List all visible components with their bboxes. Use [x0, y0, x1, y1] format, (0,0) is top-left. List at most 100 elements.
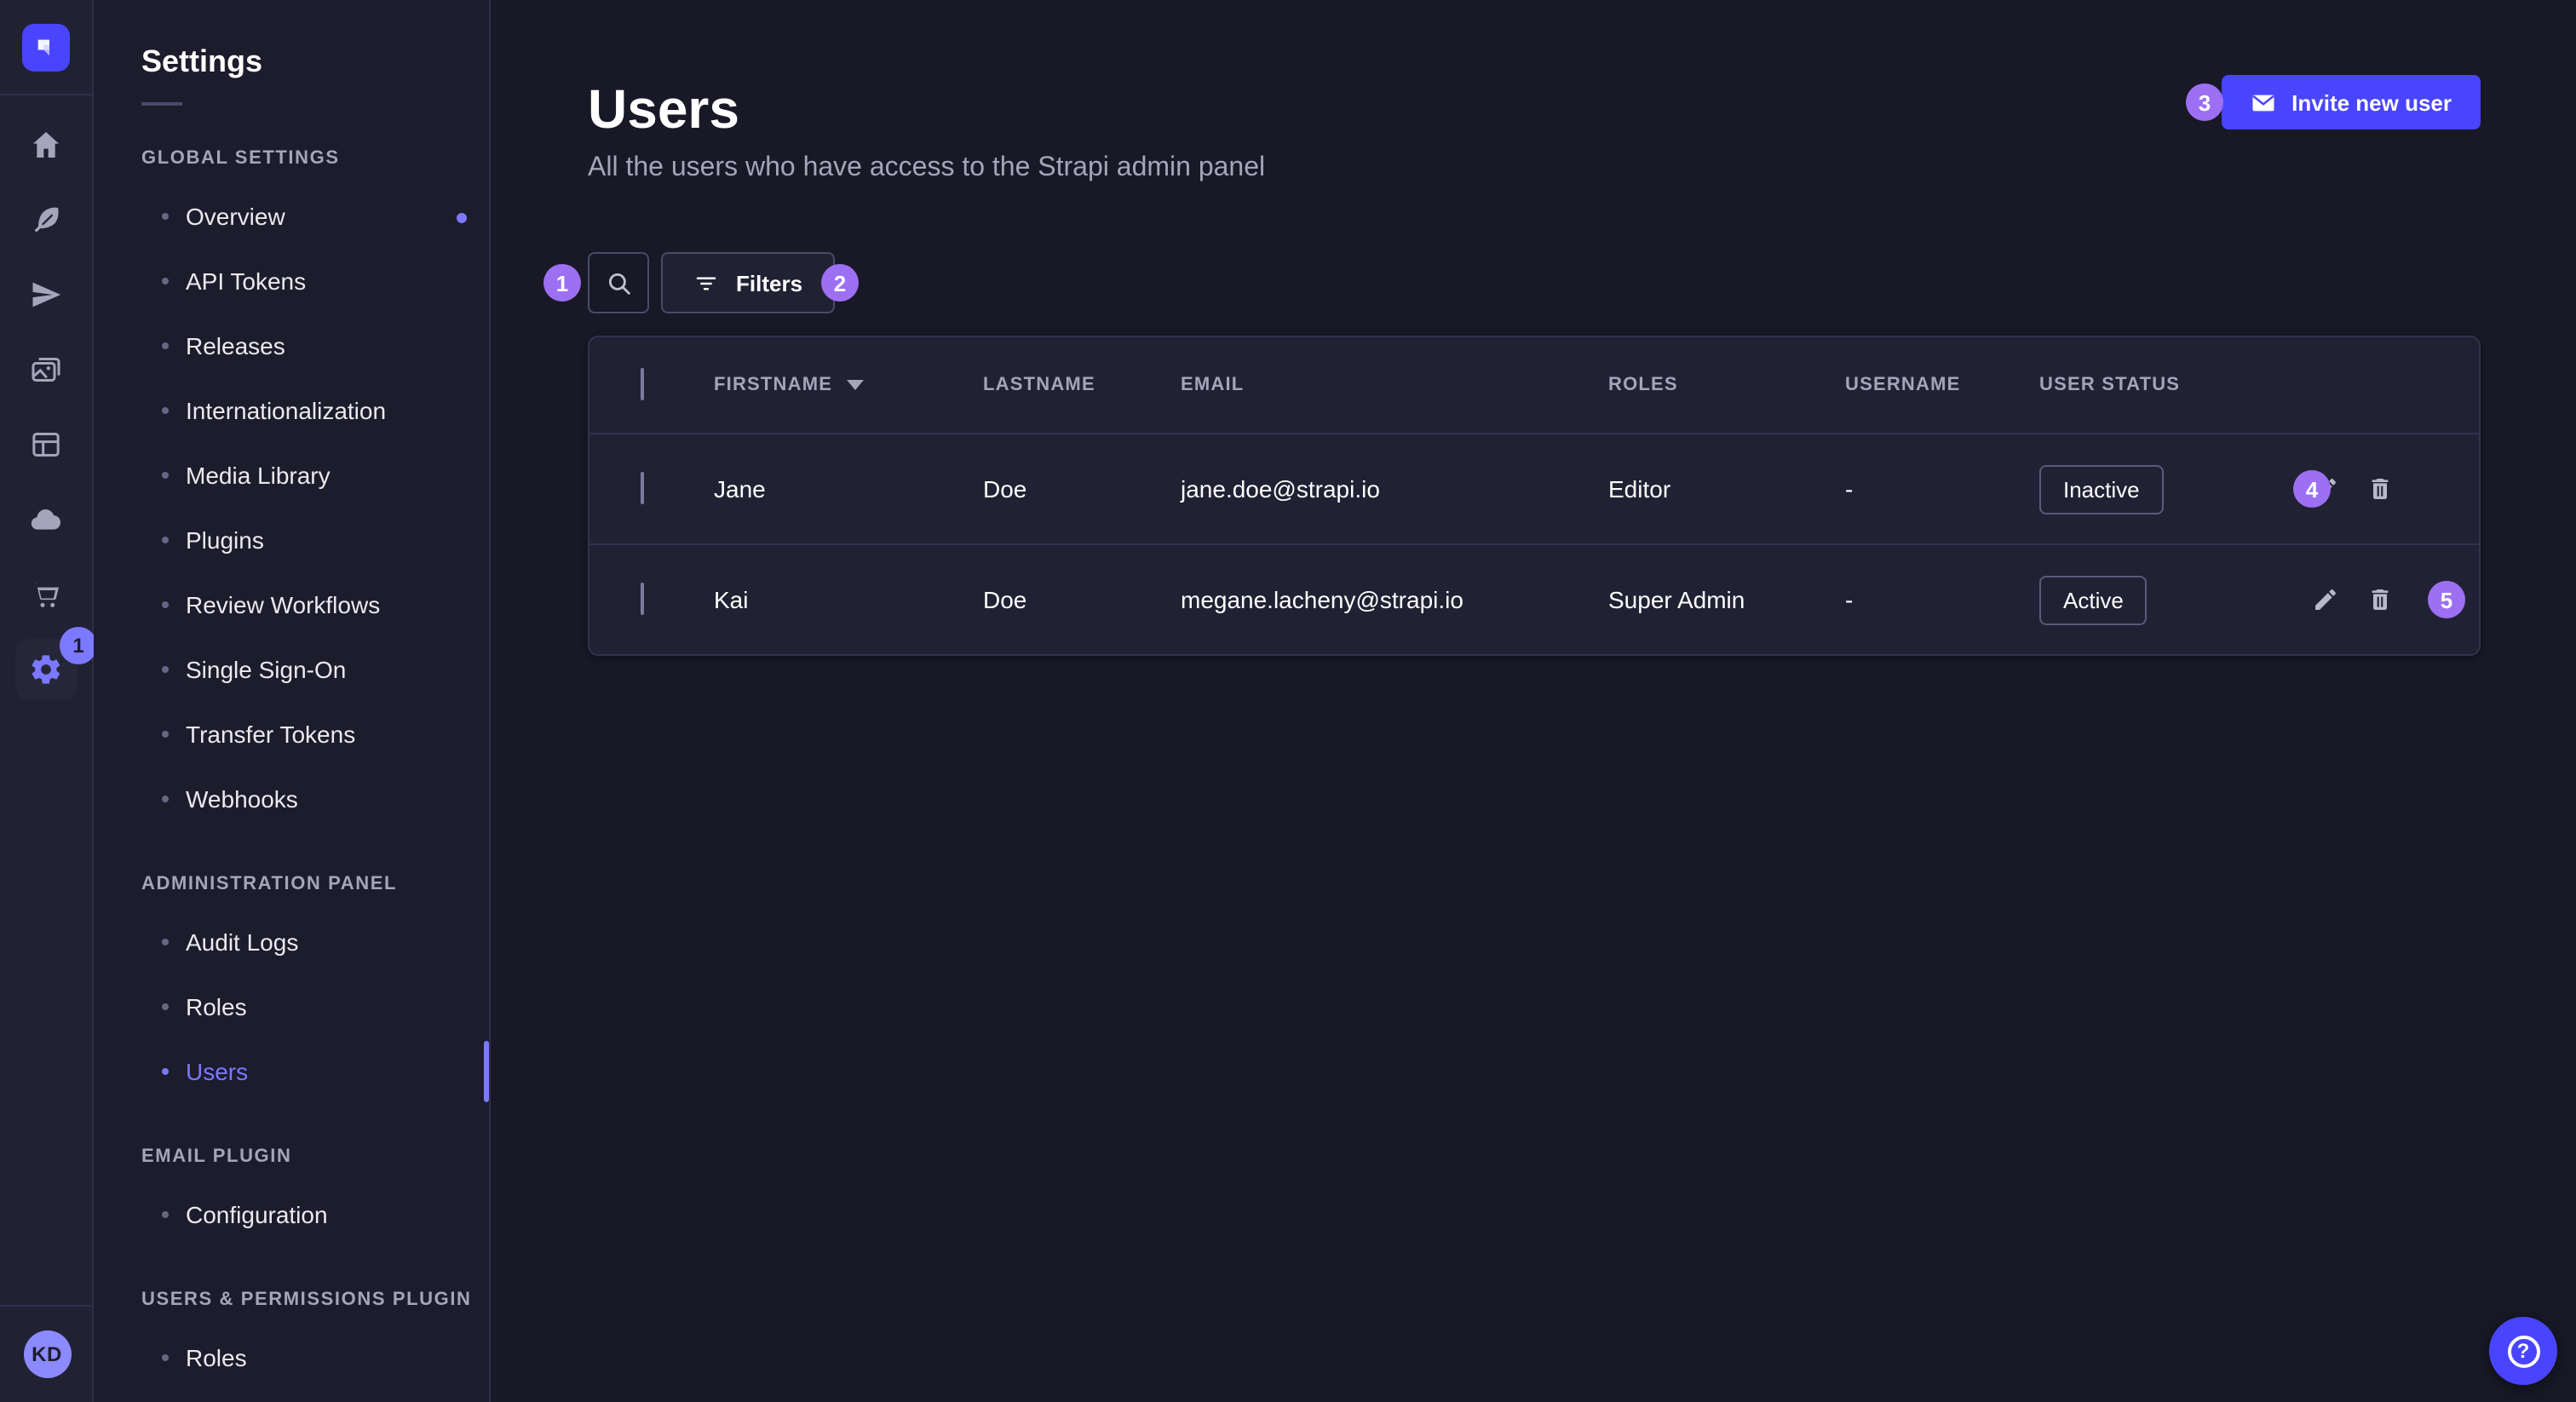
column-header-user-status[interactable]: USER STATUS [2039, 375, 2293, 395]
bullet-icon [162, 472, 169, 479]
column-header-firstname[interactable]: FIRSTNAME [714, 375, 983, 395]
subnav-title: Settings [94, 44, 489, 78]
active-item-indicator [484, 1041, 489, 1102]
workspace-logo-area[interactable] [0, 0, 92, 95]
bullet-icon [162, 666, 169, 673]
filter-icon [693, 270, 719, 296]
bullet-icon [162, 1068, 169, 1075]
settings-gear-icon[interactable]: 1 [15, 639, 77, 700]
question-mark-icon: ? [2507, 1335, 2539, 1367]
marketplace-cart-icon[interactable] [15, 564, 77, 625]
filters-button[interactable]: Filters [661, 252, 835, 313]
bullet-icon [162, 537, 169, 543]
search-button[interactable] [588, 252, 649, 313]
search-icon [604, 268, 633, 297]
subnav-item-audit-logs[interactable]: Audit Logs [94, 910, 489, 974]
user-avatar[interactable]: KD [23, 1330, 71, 1378]
subnav-item-plugins[interactable]: Plugins [94, 508, 489, 572]
cell-username: - [1845, 586, 2039, 613]
section-global-settings: GLOBAL SETTINGS [94, 147, 489, 170]
delete-trash-icon[interactable] [2366, 586, 2394, 613]
media-library-pictures-icon[interactable] [15, 339, 77, 400]
annotation-2: 2 [821, 264, 859, 302]
table-row[interactable]: Jane Doe jane.doe@strapi.io Editor - Ina… [589, 433, 2479, 543]
help-button[interactable]: ? [2489, 1317, 2557, 1385]
bullet-icon [162, 1354, 169, 1361]
column-header-lastname[interactable]: LASTNAME [983, 375, 1181, 395]
cell-roles: Editor [1608, 475, 1845, 503]
status-badge: Inactive [2039, 464, 2164, 514]
subnav-title-divider [141, 102, 182, 106]
strapi-admin-app: 1 KD Settings GLOBAL SETTINGS Overview A… [0, 0, 2576, 1402]
content-manager-feather-icon[interactable] [15, 189, 77, 250]
column-header-roles[interactable]: ROLES [1608, 375, 1845, 395]
subnav-item-webhooks[interactable]: Webhooks [94, 767, 489, 831]
bullet-icon [162, 407, 169, 414]
subnav-item-up-providers[interactable]: Providers [94, 1390, 489, 1402]
send-plane-icon[interactable] [15, 264, 77, 325]
bullet-icon [162, 342, 169, 349]
subnav-item-releases[interactable]: Releases [94, 313, 489, 378]
cell-email: jane.doe@strapi.io [1181, 475, 1608, 503]
subnav-item-media-library[interactable]: Media Library [94, 443, 489, 508]
bullet-icon [162, 601, 169, 608]
bullet-icon [162, 213, 169, 220]
settings-subnav: Settings GLOBAL SETTINGS Overview API To… [94, 0, 491, 1402]
subnav-item-overview[interactable]: Overview [94, 184, 489, 249]
annotation-5: 5 [2428, 581, 2465, 618]
invite-button-label: Invite new user [2291, 89, 2452, 115]
cell-roles: Super Admin [1608, 586, 1845, 613]
bullet-icon [162, 1003, 169, 1010]
annotation-4: 4 [2293, 470, 2331, 508]
cell-firstname: Jane [714, 475, 983, 503]
column-header-username[interactable]: USERNAME [1845, 375, 2039, 395]
overview-notification-dot [457, 213, 467, 223]
table-toolbar: 1 Filters 2 [588, 252, 2481, 313]
row-checkbox[interactable] [641, 583, 644, 615]
page-subtitle: All the users who have access to the Str… [588, 150, 2481, 187]
subnav-item-transfer-tokens[interactable]: Transfer Tokens [94, 702, 489, 767]
cloud-icon[interactable] [15, 489, 77, 550]
annotation-3: 3 [2186, 83, 2223, 121]
subnav-item-email-configuration[interactable]: Configuration [94, 1182, 489, 1247]
bullet-icon [162, 1211, 169, 1218]
select-all-checkbox[interactable] [641, 368, 644, 400]
subnav-item-admin-roles[interactable]: Roles [94, 974, 489, 1039]
subnav-item-api-tokens[interactable]: API Tokens [94, 249, 489, 313]
home-icon[interactable] [15, 114, 77, 175]
subnav-item-up-roles[interactable]: Roles [94, 1325, 489, 1390]
row-checkbox[interactable] [641, 472, 644, 504]
invite-new-user-button[interactable]: Invite new user [2222, 75, 2481, 129]
page-header: Users All the users who have access to t… [588, 75, 2481, 187]
subnav-item-review-workflows[interactable]: Review Workflows [94, 572, 489, 637]
bullet-icon [162, 796, 169, 802]
users-page: Users All the users who have access to t… [491, 0, 2576, 1402]
annotation-1: 1 [543, 264, 581, 302]
cell-lastname: Doe [983, 475, 1181, 503]
users-table: FIRSTNAME LASTNAME EMAIL ROLES USERNAME … [588, 336, 2481, 656]
subnav-item-internationalization[interactable]: Internationalization [94, 378, 489, 443]
subnav-item-single-sign-on[interactable]: Single Sign-On [94, 637, 489, 702]
bullet-icon [162, 278, 169, 284]
filters-button-label: Filters [736, 270, 802, 296]
bullet-icon [162, 731, 169, 738]
cell-email: megane.lacheny@strapi.io [1181, 586, 1608, 613]
section-administration-panel: ADMINISTRATION PANEL [94, 872, 489, 896]
cell-username: - [1845, 475, 2039, 503]
edit-pencil-icon[interactable] [2312, 586, 2339, 613]
subnav-item-users[interactable]: Users [94, 1039, 489, 1104]
layout-panels-icon[interactable] [15, 414, 77, 475]
bullet-icon [162, 939, 169, 945]
main-nav-rail: 1 KD [0, 0, 94, 1402]
settings-notification-badge: 1 [60, 627, 97, 664]
section-email-plugin: EMAIL PLUGIN [94, 1145, 489, 1169]
envelope-icon [2251, 89, 2276, 115]
section-users-permissions-plugin: USERS & PERMISSIONS PLUGIN [94, 1288, 489, 1312]
status-badge: Active [2039, 575, 2148, 624]
strapi-logo-icon [22, 23, 70, 71]
sort-descending-icon [846, 380, 863, 390]
delete-trash-icon[interactable] [2366, 475, 2394, 503]
table-row[interactable]: Kai Doe megane.lacheny@strapi.io Super A… [589, 543, 2479, 654]
column-header-email[interactable]: EMAIL [1181, 375, 1608, 395]
table-header-row: FIRSTNAME LASTNAME EMAIL ROLES USERNAME … [589, 337, 2479, 433]
